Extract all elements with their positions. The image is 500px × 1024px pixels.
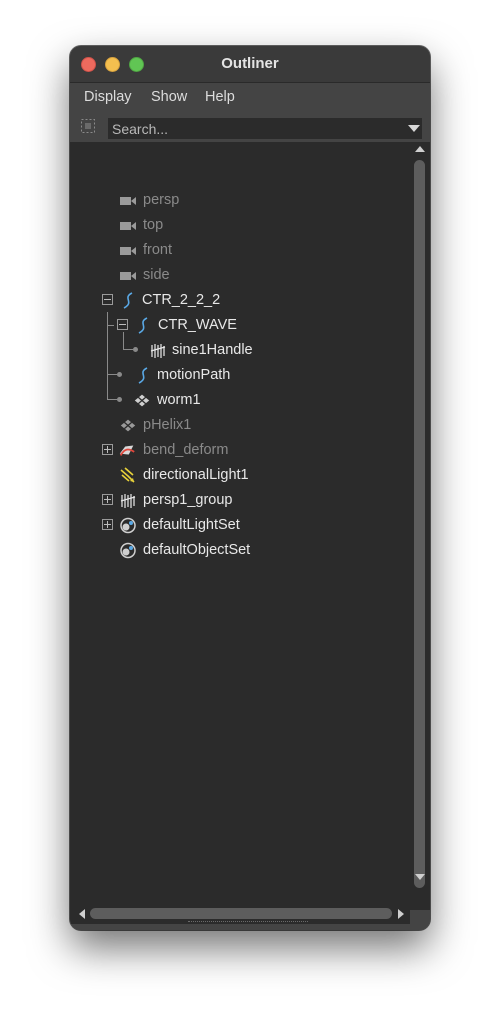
deformer-handle-icon xyxy=(150,344,166,358)
curve-icon xyxy=(138,367,148,384)
filter-icon[interactable] xyxy=(80,118,96,134)
vertical-scrollbar[interactable] xyxy=(410,142,430,910)
tree-item-label: pHelix1 xyxy=(143,417,192,433)
search-input[interactable] xyxy=(108,118,422,139)
tree-item-label: top xyxy=(143,217,164,233)
title-bar[interactable]: Outliner xyxy=(70,46,430,83)
tree-item-ctr-2-2-2[interactable]: CTR_2_2_2 xyxy=(70,288,410,313)
resize-grip[interactable] xyxy=(188,921,308,924)
bend-deformer-icon xyxy=(119,445,135,456)
outliner-tree: persp top front side CTR_2_2_2 CTR_WAVE … xyxy=(70,142,410,910)
tree-item-label: persp1_group xyxy=(143,492,233,508)
tree-item-side[interactable]: side xyxy=(70,263,410,288)
tree-item-ctr-wave[interactable]: CTR_WAVE xyxy=(70,313,410,338)
directional-light-icon xyxy=(120,467,135,483)
tree-item-persp[interactable]: persp xyxy=(70,188,410,213)
collapse-icon[interactable] xyxy=(117,319,128,330)
tree-item-motionpath[interactable]: motionPath xyxy=(70,363,410,388)
curve-icon xyxy=(138,317,148,334)
search-row xyxy=(70,115,430,141)
search-dropdown-icon[interactable] xyxy=(408,125,420,132)
tree-item-label: worm1 xyxy=(157,392,201,408)
camera-icon xyxy=(120,197,136,205)
window-title: Outliner xyxy=(221,55,279,72)
camera-icon xyxy=(120,272,136,280)
tree-item-label: CTR_2_2_2 xyxy=(142,292,221,308)
scroll-left-icon[interactable] xyxy=(79,909,85,919)
horizontal-scroll-thumb[interactable] xyxy=(90,908,392,919)
tree-item-persp1-group[interactable]: persp1_group xyxy=(70,488,410,513)
expand-icon[interactable] xyxy=(102,444,113,455)
tree-item-label: defaultLightSet xyxy=(143,517,240,533)
tree-item-label: CTR_WAVE xyxy=(158,317,237,333)
scroll-right-icon[interactable] xyxy=(398,909,404,919)
mesh-icon xyxy=(134,394,150,407)
tree-item-worm1[interactable]: worm1 xyxy=(70,388,410,413)
collapse-icon[interactable] xyxy=(102,294,113,305)
menu-bar: Display Show Help xyxy=(70,83,430,111)
menu-show[interactable]: Show xyxy=(151,89,187,105)
tree-item-phelix1[interactable]: pHelix1 xyxy=(70,413,410,438)
tree-item-directionallight1[interactable]: directionalLight1 xyxy=(70,463,410,488)
camera-icon xyxy=(120,222,136,230)
set-icon xyxy=(120,542,136,559)
tree-item-label: motionPath xyxy=(157,367,231,383)
tree-item-defaultlightset[interactable]: defaultLightSet xyxy=(70,513,410,538)
tree-item-label: persp xyxy=(143,192,180,208)
expand-icon[interactable] xyxy=(102,494,113,505)
scroll-down-icon[interactable] xyxy=(415,874,425,880)
menu-display[interactable]: Display xyxy=(84,89,132,105)
tree-item-sine1handle[interactable]: sine1Handle xyxy=(70,338,410,363)
expand-icon[interactable] xyxy=(102,519,113,530)
camera-icon xyxy=(120,247,136,255)
curve-icon xyxy=(123,292,133,309)
tree-item-defaultobjectset[interactable]: defaultObjectSet xyxy=(70,538,410,563)
tree-item-label: bend_deform xyxy=(143,442,229,458)
tree-item-label: sine1Handle xyxy=(172,342,253,358)
scroll-up-icon[interactable] xyxy=(415,146,425,152)
menu-help[interactable]: Help xyxy=(205,89,235,105)
tree-item-label: side xyxy=(143,267,170,283)
group-icon xyxy=(120,494,136,508)
mesh-icon xyxy=(120,419,136,432)
tree-item-label: defaultObjectSet xyxy=(143,542,251,558)
tree-item-label: directionalLight1 xyxy=(143,467,249,483)
tree-item-front[interactable]: front xyxy=(70,238,410,263)
vertical-scroll-thumb[interactable] xyxy=(414,160,425,888)
set-icon xyxy=(120,517,136,534)
tree-item-label: front xyxy=(143,242,173,258)
outliner-window: Outliner Display Show Help persp xyxy=(70,46,430,930)
tree-item-top[interactable]: top xyxy=(70,213,410,238)
tree-item-bend-deform[interactable]: bend_deform xyxy=(70,438,410,463)
